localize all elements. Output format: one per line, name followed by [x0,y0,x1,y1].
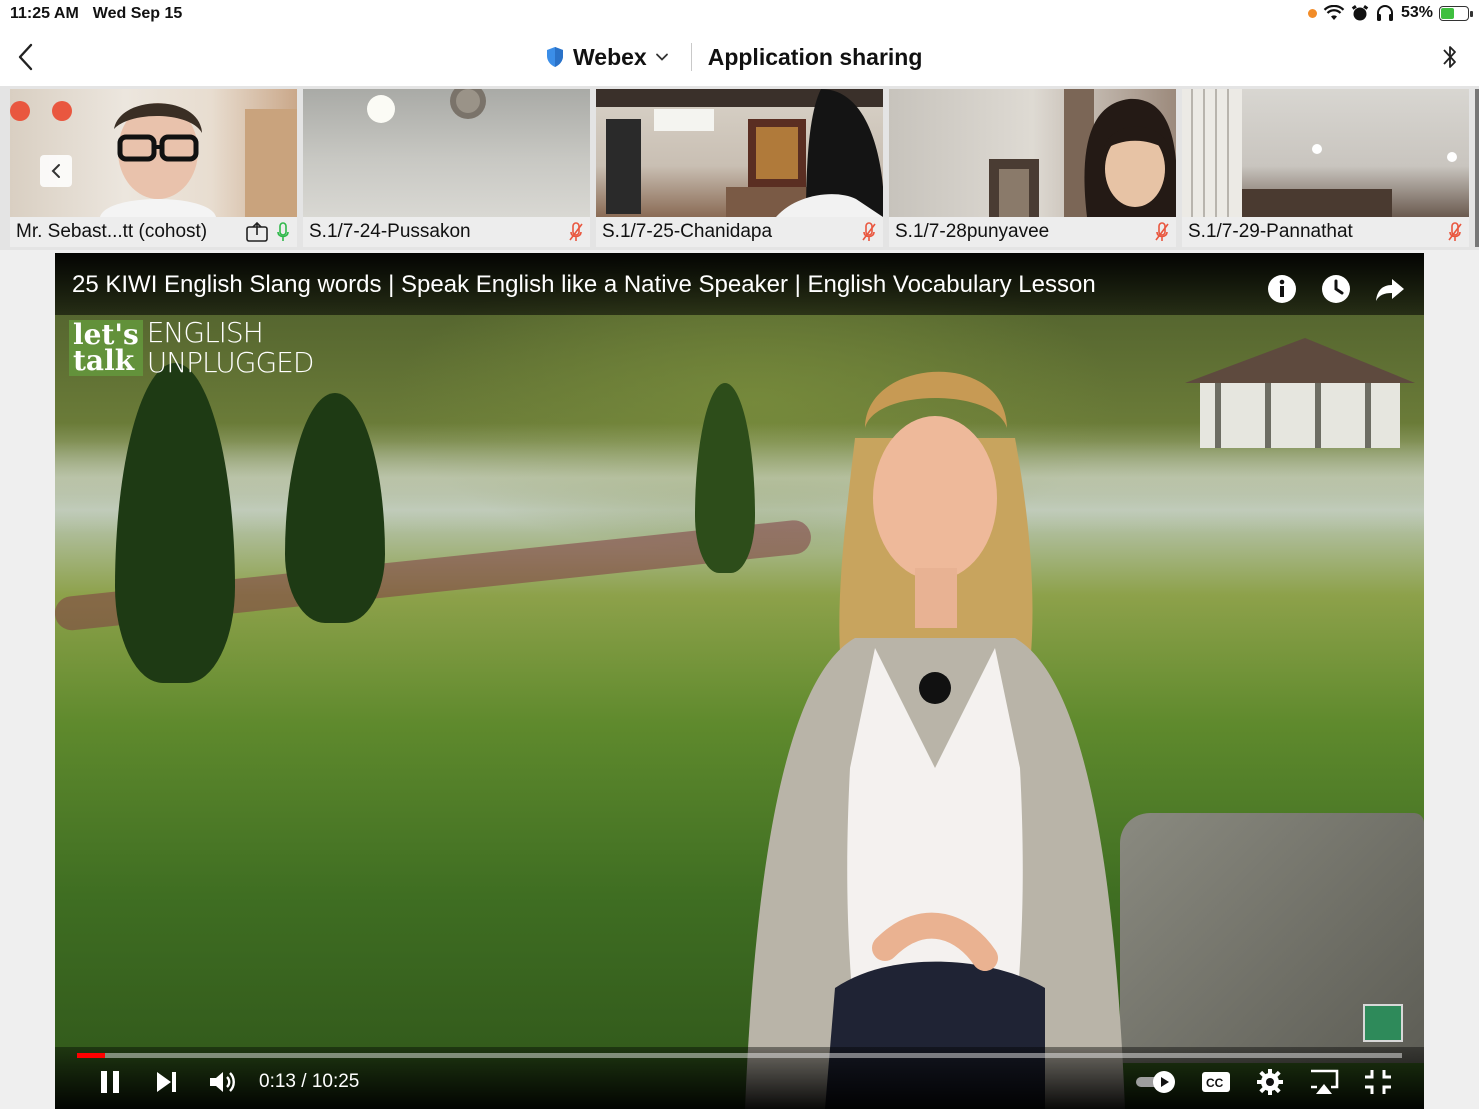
participant-tile[interactable]: S.1/7-29-Pannathat [1182,89,1469,247]
settings-gear-icon[interactable] [1254,1067,1286,1097]
shield-icon [547,47,563,67]
participant-video [1182,89,1469,217]
video-controls-left: 0:13 / 10:25 [95,1067,359,1097]
mic-in-use-dot-icon [1307,8,1317,18]
room-image [596,89,883,217]
chevron-left-icon [18,43,33,71]
strip-previous-button[interactable] [40,155,72,187]
status-date: Wed Sep 15 [92,5,183,22]
channel-logo: let's talk ENGLISH UNPLUGGED [69,316,315,379]
participant-name: S.1/7-29-Pannathat [1188,221,1353,242]
mic-muted-icon [862,222,876,241]
battery-icon [1439,5,1473,21]
subscribe-watermark-button[interactable] [1363,1004,1403,1042]
logo-talk: talk [73,344,135,377]
video-top-actions [1266,273,1406,305]
chevron-left-icon [51,164,60,178]
wifi-icon [1323,5,1345,20]
bluetooth-icon[interactable] [1439,40,1461,74]
share-arrow-icon[interactable] [1374,273,1406,305]
status-time: 11:25 AM [10,5,79,22]
nav-title-group: Webex Application sharing [545,40,922,74]
participant-tile-partial [1475,89,1479,247]
participant-label: S.1/7-24-Pussakon [303,217,590,247]
meeting-app-switcher[interactable]: Webex [573,44,647,71]
logo-line1: ENGLISH [146,316,264,349]
participant-tile[interactable]: Mr. Sebast...tt (cohost) [10,89,297,247]
shared-application-view[interactable]: 25 KIWI English Slang words | Speak Engl… [55,253,1424,1109]
logo-line2: UNPLUGGED [146,346,315,379]
participant-label: S.1/7-25-Chanidapa [596,217,883,247]
headphones-icon [1376,5,1393,21]
video-top-overlay: 25 KIWI English Slang words | Speak Engl… [55,253,1424,315]
info-icon[interactable] [1266,273,1298,305]
presenter-image [745,371,1125,1109]
recording-indicator-icon [52,101,72,121]
chevron-down-icon[interactable] [655,50,669,64]
room-ceiling-image [367,89,486,123]
mic-muted-icon [569,222,583,241]
video-controls-right: CC [1134,1067,1394,1097]
status-indicators: 53% [1307,4,1473,22]
alarm-icon [1351,5,1369,21]
participant-tile[interactable]: S.1/7-25-Chanidapa [596,89,883,247]
video-title[interactable]: 25 KIWI English Slang words | Speak Engl… [72,271,1096,299]
participant-video [596,89,883,217]
airplay-cast-icon[interactable] [1308,1067,1340,1097]
navigation-bar: Webex Application sharing [0,28,1479,86]
participant-tile[interactable]: S.1/7-28punyavee [889,89,1176,247]
participant-name: S.1/7-25-Chanidapa [602,221,773,242]
video-frame [55,253,1424,1109]
participant-portrait [989,89,1176,217]
participant-label: S.1/7-28punyavee [889,217,1176,247]
participant-tile[interactable]: S.1/7-24-Pussakon [303,89,590,247]
participant-strip: Mr. Sebast...tt (cohost) S.1/7-24-Pussak… [0,86,1479,250]
share-screen-icon [246,221,268,242]
exit-fullscreen-icon[interactable] [1362,1067,1394,1097]
battery-percent: 53% [1400,4,1433,21]
back-button[interactable] [12,40,42,74]
screen-title: Application sharing [707,43,923,70]
logo-text: ENGLISH UNPLUGGED [146,316,315,379]
mic-muted-icon [1155,222,1169,241]
video-time: 0:13 / 10:25 [259,1071,360,1092]
watch-later-clock-icon[interactable] [1320,273,1352,305]
participant-label: S.1/7-29-Pannathat [1182,217,1469,247]
video-progress-bar[interactable] [77,1053,1402,1058]
room-image [1182,89,1457,217]
participant-video [303,89,590,217]
next-track-icon[interactable] [151,1067,181,1097]
participant-video [889,89,1176,217]
pause-icon[interactable] [95,1067,125,1097]
status-bar: 11:25 AM Wed Sep 15 53% [0,0,1479,28]
participant-label: Mr. Sebast...tt (cohost) [10,217,297,247]
gazebo-image [1185,338,1415,448]
closed-captions-icon[interactable]: CC [1200,1067,1232,1097]
video-tree-shape [115,363,235,683]
participant-name: Mr. Sebast...tt (cohost) [16,221,208,242]
video-progress-played [77,1053,105,1058]
participant-name: S.1/7-28punyavee [895,221,1050,242]
volume-icon[interactable] [207,1067,237,1097]
mic-muted-icon [1448,222,1462,241]
mic-on-icon [277,222,289,241]
recording-mic-badge-icon [10,101,30,121]
autoplay-toggle-icon[interactable] [1134,1067,1178,1097]
nav-divider [690,43,692,71]
svg-text:CC: CC [1206,1076,1224,1090]
participant-name: S.1/7-24-Pussakon [309,221,471,242]
logo-box: let's talk [69,320,143,376]
